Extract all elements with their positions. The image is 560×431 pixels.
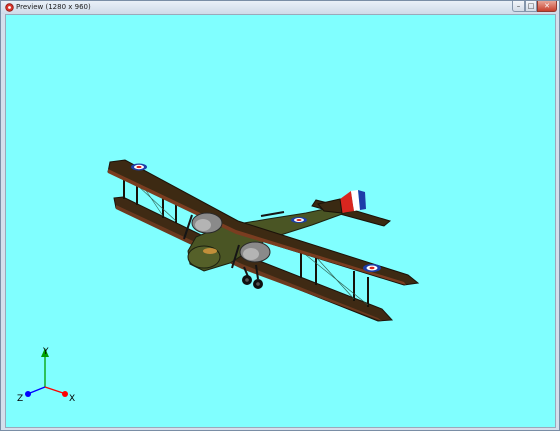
preview-window: Preview (1280 x 960) – □ ✕ Y Z X — [0, 0, 560, 431]
scene-canvas: Y Z X — [17, 159, 420, 404]
minimize-button[interactable]: – — [512, 1, 525, 12]
maximize-button[interactable]: □ — [525, 1, 537, 12]
z-axis-line — [29, 386, 46, 394]
x-axis-arrow — [62, 391, 68, 397]
close-button[interactable]: ✕ — [537, 1, 557, 12]
3d-viewport[interactable]: Y Z X — [5, 14, 556, 428]
axis-gizmo: Y Z X — [17, 347, 75, 404]
minimize-icon: – — [516, 2, 521, 10]
x-axis-line — [44, 386, 64, 394]
biplane-model — [107, 159, 420, 322]
maximize-icon: □ — [527, 2, 535, 10]
z-axis-label: Z — [17, 394, 23, 404]
title-bar[interactable]: Preview (1280 x 960) – □ ✕ — [1, 1, 559, 14]
x-axis-label: X — [69, 394, 75, 404]
window-title: Preview (1280 x 960) — [16, 3, 91, 11]
z-axis-arrow — [25, 391, 31, 397]
app-icon — [5, 3, 14, 12]
tail-fin — [317, 190, 366, 214]
close-icon: ✕ — [544, 2, 550, 10]
y-axis-label: Y — [42, 347, 49, 357]
